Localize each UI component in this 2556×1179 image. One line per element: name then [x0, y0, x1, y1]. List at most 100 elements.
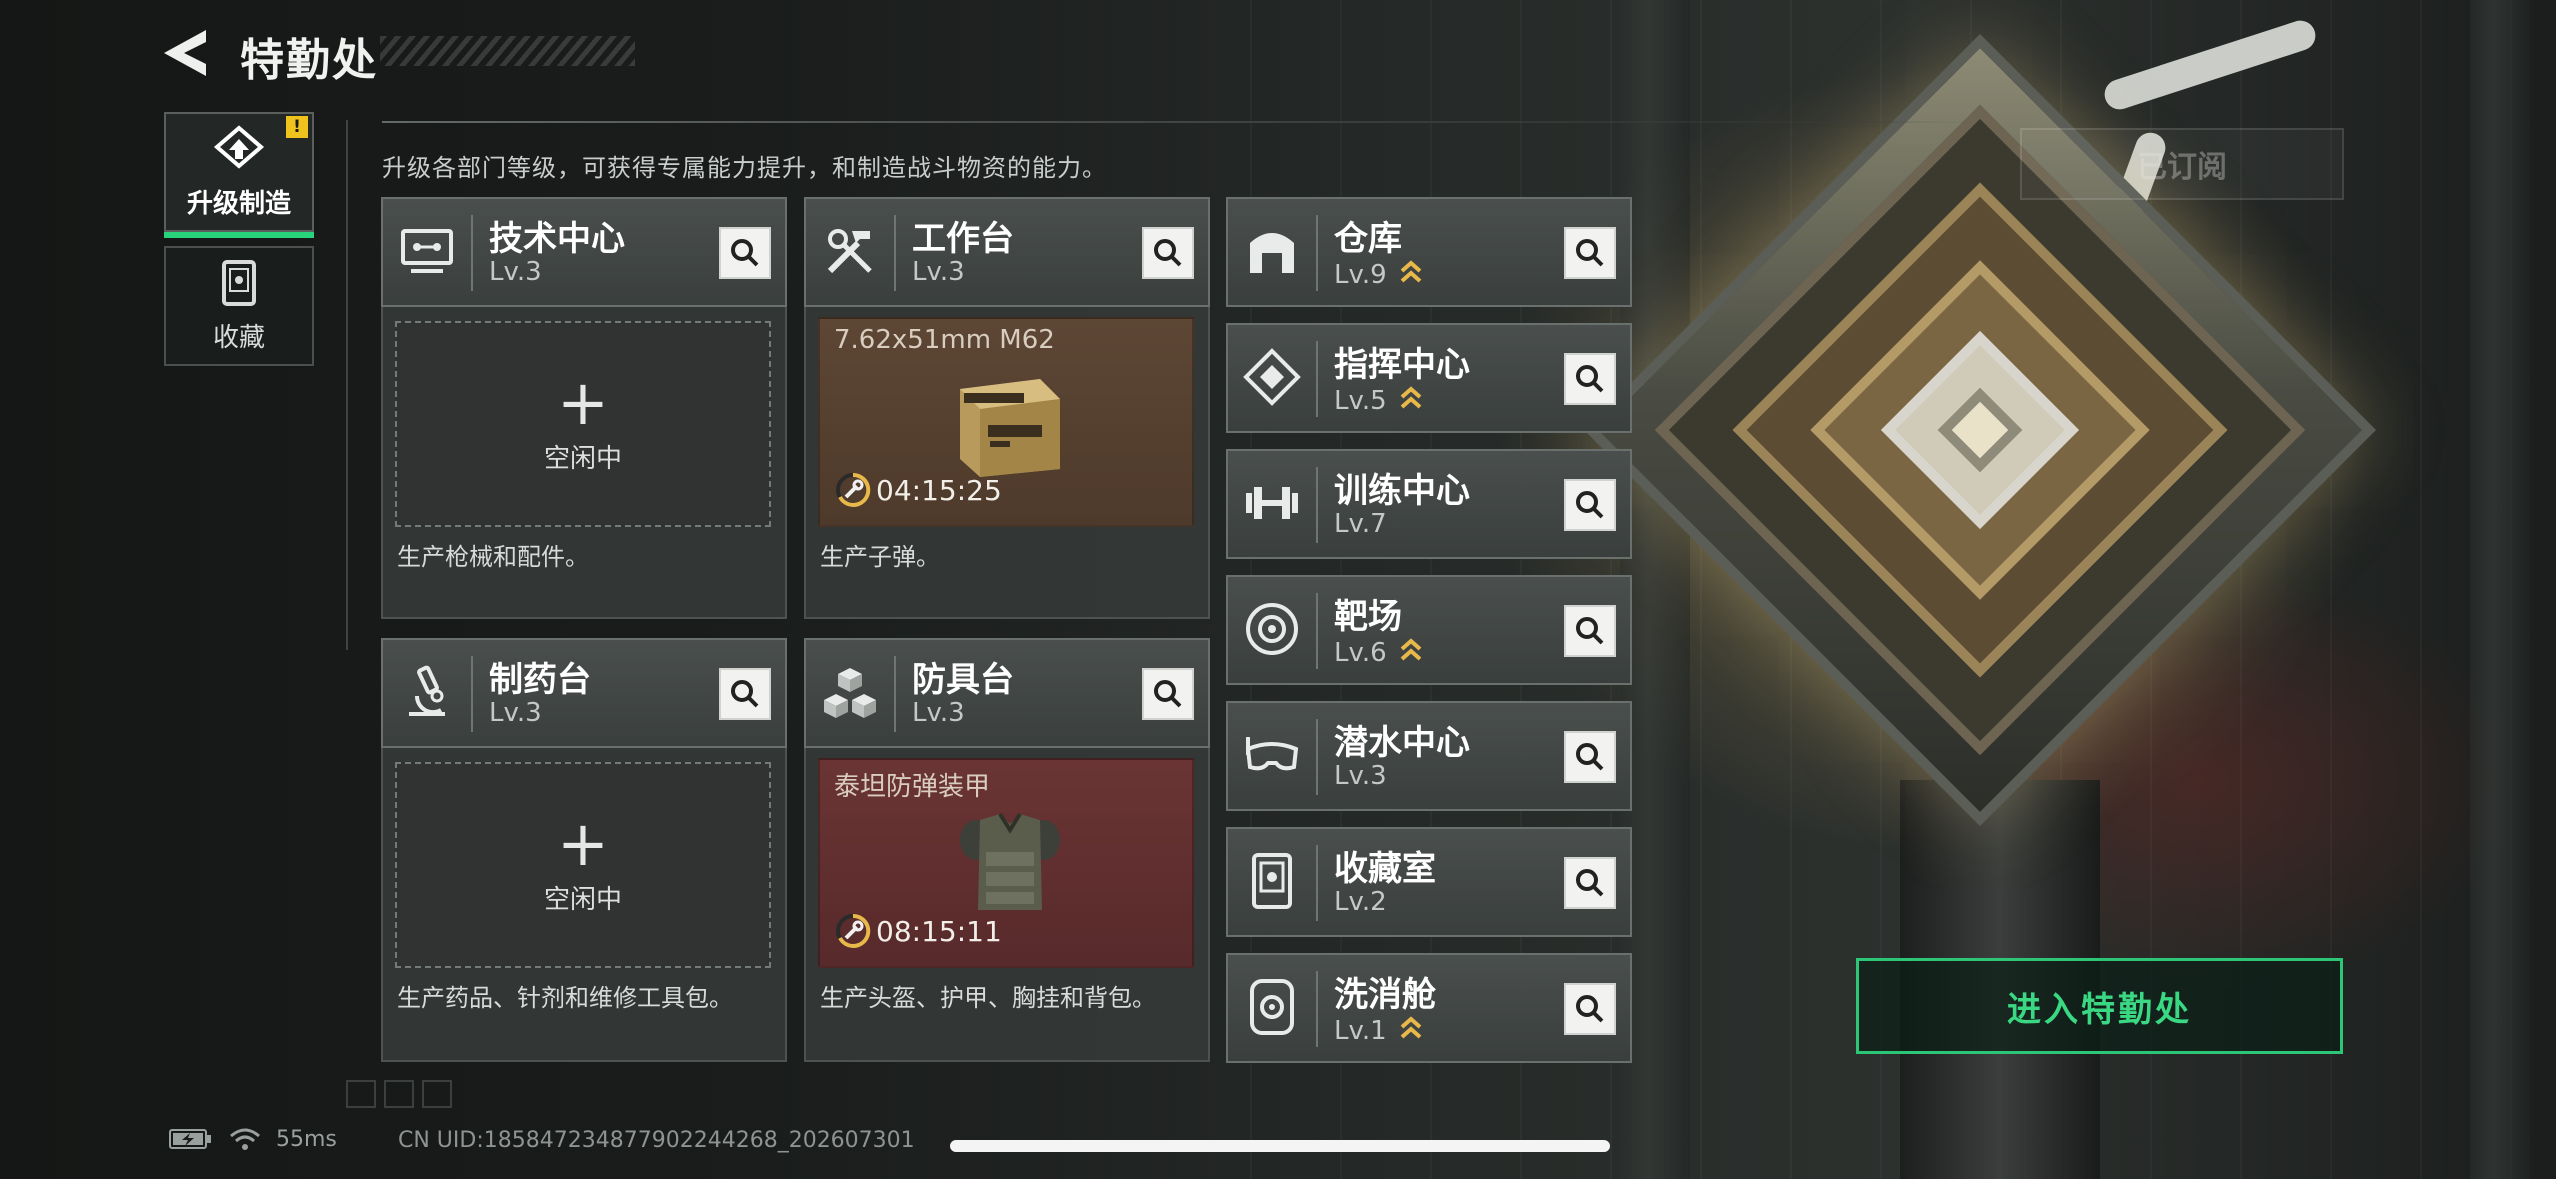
wrench-timer-icon	[836, 913, 871, 948]
workshop-panel: 7.62x51mm M62 04:15:25 生产子弹。	[804, 307, 1210, 619]
facility-warehouse[interactable]: 仓库 Lv.9	[1226, 197, 1632, 307]
upgrade-chevron-icon	[1400, 386, 1422, 409]
body-armor-image	[960, 812, 1060, 910]
search-icon	[1154, 680, 1182, 708]
upgrade-chevron-icon	[1400, 638, 1422, 661]
facility-name: 指挥中心	[1334, 345, 1470, 385]
collection-cabinet-icon	[222, 259, 256, 306]
search-button[interactable]	[1564, 227, 1616, 279]
search-button[interactable]	[1142, 227, 1194, 279]
tab-upgrade-craft[interactable]: ! 升级制造	[164, 112, 314, 238]
workshop-description: 生产头盔、护甲、胸挂和背包。	[820, 984, 1156, 1012]
idle-production-slot[interactable]: + 空闲中	[395, 321, 771, 527]
back-button[interactable]	[160, 26, 210, 80]
facility-level-row: Lv.6	[1334, 635, 1423, 668]
facility-command-center[interactable]: 指挥中心 Lv.5	[1226, 323, 1632, 433]
search-icon	[1576, 869, 1604, 897]
facility-level: Lv.9	[1334, 260, 1387, 290]
tab-collection[interactable]: 收藏	[164, 246, 314, 366]
search-icon	[1576, 617, 1604, 645]
alert-badge: !	[286, 116, 308, 138]
timer-text: 08:15:11	[876, 914, 1002, 948]
idle-status: 空闲中	[543, 884, 622, 915]
search-button[interactable]	[719, 227, 771, 279]
cubes-icon	[824, 668, 876, 718]
search-button[interactable]	[1142, 668, 1194, 720]
search-button[interactable]	[1564, 731, 1616, 783]
home-indicator[interactable]	[950, 1140, 1610, 1152]
warehouse-icon	[1250, 233, 1294, 273]
workshop-panel: 泰坦防弹装甲 08:15:11 生产头盔、护甲、胸挂和背包。	[804, 748, 1210, 1062]
facility-shooting-range[interactable]: 靶场 Lv.6	[1226, 575, 1632, 685]
search-button[interactable]	[1564, 605, 1616, 657]
production-slot[interactable]: 泰坦防弹装甲 08:15:11	[818, 758, 1194, 968]
subscribed-button[interactable]: 已订阅	[2020, 128, 2344, 200]
facility-decon-chamber[interactable]: 洗消舱 Lv.1	[1226, 953, 1632, 1063]
product-name: 泰坦防弹装甲	[834, 772, 991, 802]
diving-mask-icon	[1245, 737, 1299, 771]
search-button[interactable]	[1564, 479, 1616, 531]
facility-name: 训练中心	[1334, 471, 1470, 511]
search-button[interactable]	[1564, 353, 1616, 405]
facility-level: Lv.3	[489, 698, 542, 728]
facility-diving-center[interactable]: 潜水中心 Lv.3	[1226, 701, 1632, 811]
robot-arm	[2100, 16, 2320, 114]
workshop-workbench[interactable]: 工作台 Lv.3	[804, 197, 1210, 307]
search-icon	[1576, 365, 1604, 393]
facility-training-center[interactable]: 训练中心 Lv.7	[1226, 449, 1632, 559]
facility-level: Lv.2	[1334, 887, 1387, 917]
header-rule	[382, 121, 1982, 123]
workshop-tech-center[interactable]: 技术中心 Lv.3	[381, 197, 787, 307]
idle-production-slot[interactable]: + 空闲中	[395, 762, 771, 968]
facility-name: 收藏室	[1334, 849, 1436, 889]
workshop-panel: + 空闲中 生产枪械和配件。	[381, 307, 787, 619]
tab-label: 升级制造	[186, 188, 291, 219]
battery-charging-icon	[169, 1129, 211, 1149]
add-icon: +	[557, 365, 609, 439]
enter-special-ops-button[interactable]: 进入特勤处	[1856, 958, 2343, 1054]
workshop-description: 生产枪械和配件。	[397, 543, 589, 571]
wifi-icon	[230, 1128, 260, 1150]
dumbbell-icon	[1246, 487, 1298, 519]
add-icon: +	[557, 806, 609, 880]
search-button[interactable]	[1564, 983, 1616, 1035]
facility-name: 防具台	[912, 660, 1014, 700]
search-icon	[731, 680, 759, 708]
timer-text: 04:15:25	[876, 473, 1002, 507]
idle-status: 空闲中	[543, 443, 622, 474]
facility-level: Lv.7	[1334, 509, 1387, 539]
ammo-box-image	[960, 379, 1060, 477]
page-description: 升级各部门等级，可获得专属能力提升，和制造战斗物资的能力。	[382, 154, 1107, 182]
search-icon	[731, 239, 759, 267]
search-button[interactable]	[719, 668, 771, 720]
upgrade-icon	[213, 124, 265, 169]
tab-label: 收藏	[212, 322, 265, 353]
search-icon	[1576, 491, 1604, 519]
search-icon	[1154, 239, 1182, 267]
facility-name: 制药台	[489, 660, 591, 700]
facility-level: Lv.1	[1334, 1016, 1387, 1046]
facility-level: Lv.3	[912, 698, 965, 728]
facility-level: Lv.3	[489, 257, 542, 287]
facility-name: 技术中心	[489, 219, 625, 259]
status-bar: 55ms	[168, 1126, 337, 1152]
facility-name: 潜水中心	[1334, 723, 1470, 763]
search-button[interactable]	[1564, 857, 1616, 909]
command-icon	[1243, 348, 1301, 406]
title-decoration	[380, 36, 635, 66]
production-slot[interactable]: 7.62x51mm M62 04:15:25	[818, 317, 1194, 527]
background-pillar	[2470, 0, 2530, 1179]
facility-name: 工作台	[912, 219, 1014, 259]
ping-text: 55ms	[276, 1126, 337, 1152]
product-name: 7.62x51mm M62	[834, 325, 1055, 355]
facility-level: Lv.6	[1334, 638, 1387, 668]
facility-collection-room[interactable]: 收藏室 Lv.2	[1226, 827, 1632, 937]
production-timer: 04:15:25	[834, 471, 1002, 509]
user-uid: CN UID:1858472348779022442​68_202607301	[398, 1128, 915, 1153]
wrench-timer-icon	[836, 472, 871, 507]
search-icon	[1576, 995, 1604, 1023]
monitor-icon	[401, 229, 453, 273]
workshop-armor-bench[interactable]: 防具台 Lv.3	[804, 638, 1210, 748]
page-title: 特勤处	[240, 35, 378, 86]
workshop-pharmacy[interactable]: 制药台 Lv.3	[381, 638, 787, 748]
